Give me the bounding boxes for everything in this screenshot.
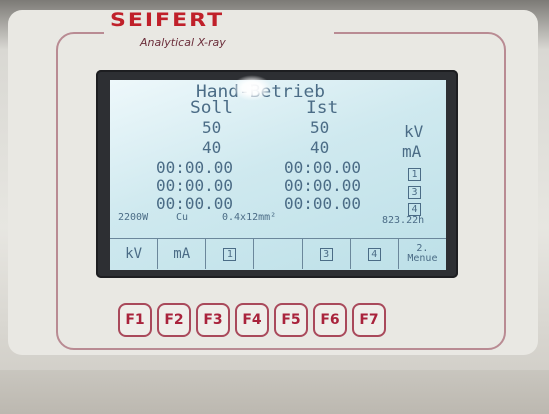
brand-subtitle: Analytical X-ray — [140, 36, 226, 49]
softkey-menu-2[interactable]: 2. Menue — [399, 239, 446, 269]
operating-hours: 823.22h — [382, 215, 425, 226]
f6-button[interactable]: F6 — [313, 303, 347, 337]
f2-button[interactable]: F2 — [157, 303, 191, 337]
kv-unit: kV — [404, 122, 424, 141]
softkey-timer-1-label: 1 — [223, 247, 237, 261]
ma-actual: 40 — [310, 138, 330, 157]
softkey-timer-3[interactable]: 3 — [303, 239, 351, 269]
kv-setpoint: 50 — [202, 118, 222, 137]
softkey-timer-3-label: 3 — [319, 247, 333, 261]
timer-2-setpoint: 00:00.00 — [156, 176, 234, 195]
softkey-bar: kV mA 1 3 4 2. Menue — [110, 238, 446, 269]
f4-button[interactable]: F4 — [235, 303, 269, 337]
softkey-kv[interactable]: kV — [110, 239, 159, 269]
softkey-timer-1[interactable]: 1 — [206, 239, 255, 269]
timer-3-setpoint: 00:00.00 — [156, 194, 234, 213]
f5-button[interactable]: F5 — [274, 303, 308, 337]
timer-3-actual: 00:00.00 — [284, 194, 362, 213]
softkey-kv-label: kV — [125, 246, 142, 262]
timer-1-actual: 00:00.00 — [284, 158, 362, 177]
anode-material: Cu — [176, 212, 189, 223]
softkey-timer-4-label: 4 — [367, 247, 381, 261]
screen-glare — [232, 75, 272, 101]
f1-button[interactable]: F1 — [118, 303, 152, 337]
softkey-timer-4[interactable]: 4 — [351, 239, 399, 269]
brand-logo: SEIFERT — [110, 10, 225, 32]
kv-actual: 50 — [310, 118, 330, 137]
ma-unit: mA — [402, 142, 422, 161]
tube-power: 2200W — [118, 212, 149, 223]
timer-1-tag: 1 — [408, 168, 421, 181]
softkey-empty[interactable] — [254, 239, 303, 269]
f3-button[interactable]: F3 — [196, 303, 230, 337]
f7-button[interactable]: F7 — [352, 303, 386, 337]
ma-setpoint: 40 — [202, 138, 222, 157]
device-base — [0, 370, 549, 414]
softkey-ma-label: mA — [173, 246, 191, 262]
soll-header: Soll — [190, 98, 234, 118]
function-key-row: F1 F2 F3 F4 F5 F6 F7 — [118, 303, 386, 337]
lcd-display: Hand-Betrieb Soll Ist 50 50 kV 40 40 mA … — [110, 80, 446, 270]
ist-header: Ist — [306, 98, 339, 118]
softkey-ma[interactable]: mA — [158, 239, 207, 269]
timer-2-tag: 3 — [408, 186, 421, 199]
focus-size: 0.4x12mm² — [222, 212, 277, 223]
softkey-menu-2-label: 2. Menue — [407, 243, 438, 264]
timer-1-setpoint: 00:00.00 — [156, 158, 234, 177]
timer-2-actual: 00:00.00 — [284, 176, 362, 195]
